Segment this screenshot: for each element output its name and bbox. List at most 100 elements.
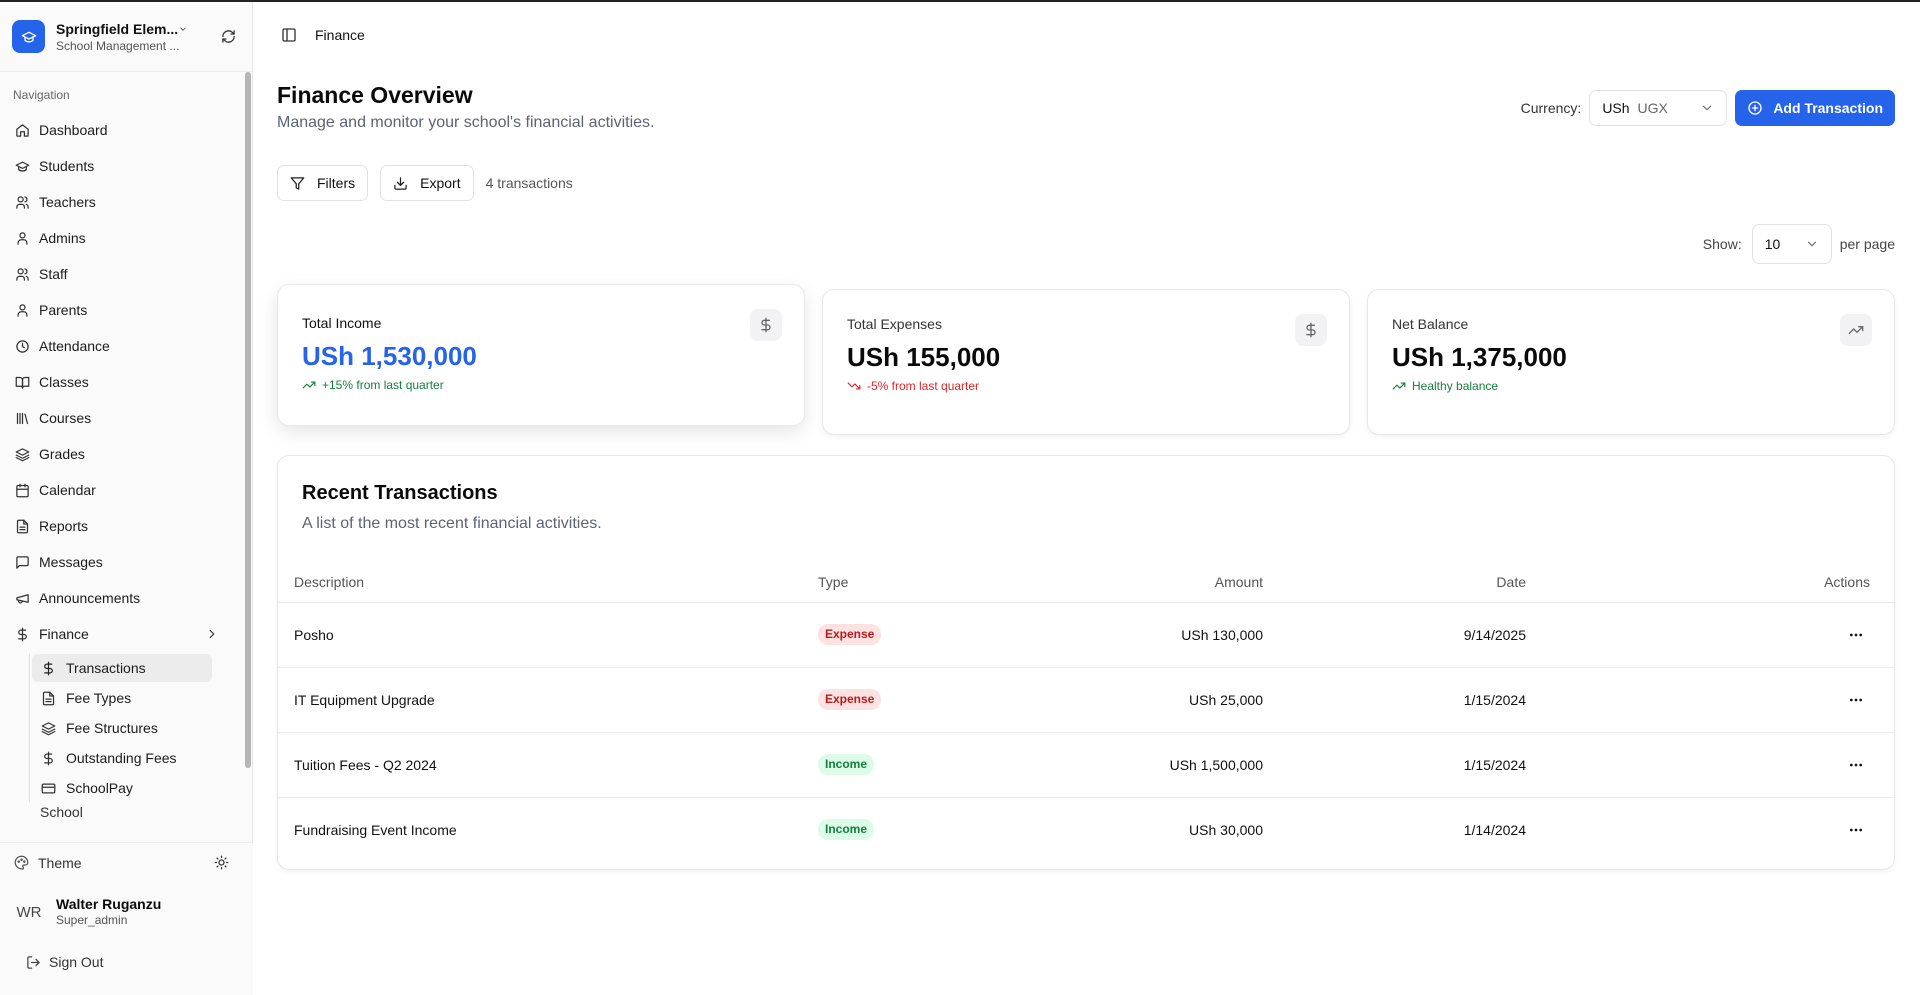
currency-label: Currency: — [1520, 100, 1582, 116]
currency-select[interactable]: USh UGX — [1589, 90, 1728, 126]
stat-value: USh 155,000 — [847, 342, 1001, 372]
school-switcher[interactable]: Springfield Elem... School Management ..… — [0, 2, 252, 72]
chevron-down-icon — [180, 26, 186, 31]
users-icon — [14, 194, 30, 210]
export-button[interactable]: Export — [380, 165, 474, 201]
stat-label: Total Expenses — [847, 316, 942, 332]
library-icon — [14, 410, 30, 426]
stat-trend: +15% from last quarter — [322, 378, 444, 392]
sidebar-item-dashboard[interactable]: Dashboard — [0, 112, 245, 148]
transaction-count: 4 transactions — [485, 175, 573, 191]
finance-submenu: Transactions Fee Types Fee Structures Ou… — [29, 654, 245, 802]
transaction-date: 9/14/2025 — [1263, 602, 1526, 668]
sidebar-subitem-label: Fee Structures — [66, 720, 158, 736]
user-profile[interactable]: WR Walter Ruganzu Super_admin — [0, 882, 253, 942]
table-row: Posho Expense USh 130,000 9/14/2025 — [278, 602, 1894, 668]
sidebar-subitem-label: Outstanding Fees — [66, 750, 177, 766]
transaction-description: Posho — [278, 602, 818, 668]
row-actions-button[interactable] — [1842, 816, 1870, 844]
sidebar-item-label: Grades — [39, 446, 85, 462]
sidebar-item-calendar[interactable]: Calendar — [0, 472, 245, 508]
sidebar-item-attendance[interactable]: Attendance — [0, 328, 245, 364]
sidebar-subitem-fee-types[interactable]: Fee Types — [32, 684, 212, 712]
chevron-right-icon — [205, 627, 219, 641]
sidebar-item-admins[interactable]: Admins — [0, 220, 245, 256]
sidebar-item-grades[interactable]: Grades — [0, 436, 245, 472]
sidebar-item-label: Announcements — [39, 590, 141, 606]
sidebar-subitem-schoolpay[interactable]: SchoolPay — [32, 774, 212, 802]
transaction-amount: USh 25,000 — [1108, 667, 1263, 733]
panel-left-icon — [282, 28, 296, 42]
stat-card-net-balance: Net Balance USh 1,375,000 Healthy balanc… — [1367, 289, 1895, 435]
dollar-icon — [750, 309, 782, 341]
transaction-description: IT Equipment Upgrade — [278, 667, 818, 733]
table-header-row: Description Type Amount Date Actions — [278, 562, 1894, 603]
table-row: Fundraising Event Income Income USh 30,0… — [278, 797, 1894, 862]
per-page-label: per page — [1839, 236, 1895, 252]
sidebar-item-school[interactable]: School — [0, 804, 245, 824]
sun-icon — [214, 855, 229, 870]
refresh-button[interactable] — [216, 25, 240, 49]
per-page-control: Show: 10 per page — [1703, 224, 1895, 264]
add-transaction-button[interactable]: Add Transaction — [1735, 90, 1895, 126]
row-actions-button[interactable] — [1842, 621, 1870, 649]
sidebar-item-parents[interactable]: Parents — [0, 292, 245, 328]
user-icon — [14, 230, 30, 246]
sidebar-subitem-outstanding-fees[interactable]: Outstanding Fees — [32, 744, 212, 772]
transaction-amount: USh 30,000 — [1189, 821, 1263, 838]
sidebar-item-reports[interactable]: Reports — [0, 508, 245, 544]
sidebar-subitem-label: Transactions — [66, 660, 146, 676]
transaction-date: 1/15/2024 — [1263, 732, 1526, 798]
sidebar-item-students[interactable]: Students — [0, 148, 245, 184]
sidebar-item-label: Students — [39, 158, 95, 174]
home-icon — [14, 122, 30, 138]
more-horizontal-icon — [1850, 633, 1862, 636]
sidebar-item-staff[interactable]: Staff — [0, 256, 245, 292]
row-actions-button[interactable] — [1842, 686, 1870, 714]
sidebar-item-teachers[interactable]: Teachers — [0, 184, 245, 220]
column-header-type: Type — [818, 562, 1108, 603]
dollar-icon — [1295, 314, 1327, 346]
dollar-icon — [14, 626, 30, 642]
trending-up-icon — [1392, 379, 1406, 393]
sidebar-item-label: Dashboard — [39, 122, 108, 138]
currency-code: UGX — [1637, 100, 1668, 116]
sidebar-item-label: Calendar — [39, 482, 96, 498]
stat-label: Total Income — [302, 315, 382, 331]
sidebar-item-classes[interactable]: Classes — [0, 364, 245, 400]
filter-icon — [290, 176, 305, 191]
sidebar-item-label: Reports — [39, 518, 89, 534]
toolbar: Filters Export 4 transactions — [277, 165, 573, 201]
sidebar-item-announcements[interactable]: Announcements — [0, 580, 245, 616]
per-page-select[interactable]: 10 — [1751, 224, 1832, 264]
user-icon — [14, 302, 30, 318]
nav-section-label: Navigation — [13, 88, 70, 102]
breadcrumb: Finance — [315, 27, 365, 43]
type-badge: Income — [818, 754, 875, 775]
scrollbar-thumb[interactable] — [245, 72, 251, 768]
plus-circle-icon — [1747, 100, 1763, 116]
transactions-table: Description Type Amount Date Actions Pos… — [278, 562, 1894, 862]
sidebar-subitem-fee-structures[interactable]: Fee Structures — [32, 714, 212, 742]
stat-trend: Healthy balance — [1412, 379, 1499, 393]
sidebar-item-finance[interactable]: Finance — [0, 616, 245, 652]
filters-button[interactable]: Filters — [277, 165, 369, 201]
users-icon — [14, 266, 30, 282]
more-horizontal-icon — [1850, 763, 1862, 766]
sidebar-item-courses[interactable]: Courses — [0, 400, 245, 436]
sidebar-item-label: Finance — [39, 626, 89, 642]
sidebar-toggle-button[interactable] — [278, 24, 300, 46]
sign-out-label: Sign Out — [49, 954, 104, 970]
sidebar-scrollbar[interactable] — [244, 72, 252, 832]
sidebar-item-messages[interactable]: Messages — [0, 544, 245, 580]
sign-out-button[interactable]: Sign Out — [0, 942, 253, 982]
theme-toggle-button[interactable] — [214, 855, 229, 870]
row-actions-button[interactable] — [1842, 751, 1870, 779]
transaction-date: 1/15/2024 — [1263, 667, 1526, 733]
graduation-cap-icon — [14, 158, 30, 174]
sidebar-subitem-transactions[interactable]: Transactions — [32, 654, 212, 682]
column-header-description: Description — [278, 562, 818, 603]
theme-row: Theme — [0, 842, 253, 882]
dollar-icon — [41, 751, 56, 766]
download-icon — [393, 176, 408, 191]
